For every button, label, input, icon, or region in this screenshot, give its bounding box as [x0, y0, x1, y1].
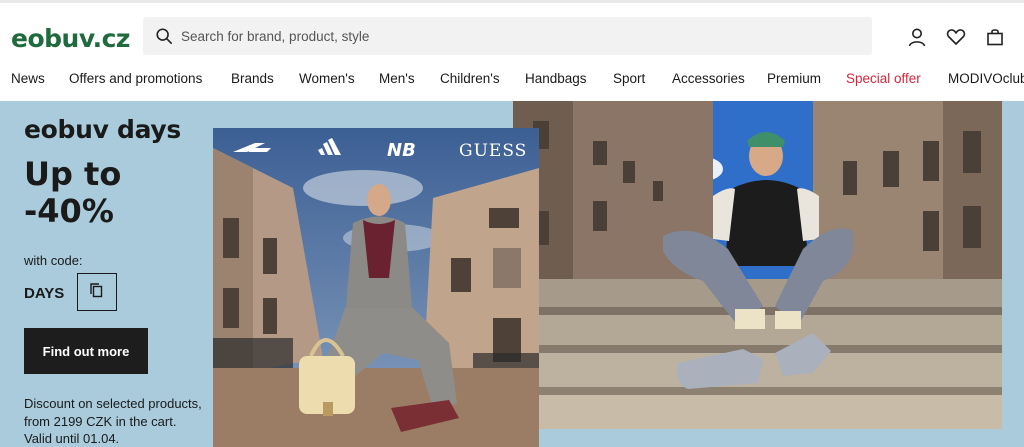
logo-tld: .cz	[92, 24, 131, 53]
svg-text:NB: NB	[387, 140, 416, 161]
copy-code-button[interactable]	[77, 273, 117, 311]
brand-logos: NB GUESS	[233, 138, 527, 161]
nav-item-accessories[interactable]: Accessories	[672, 71, 745, 86]
search-input[interactable]	[181, 17, 851, 55]
heart-icon[interactable]	[946, 27, 966, 47]
nav-item-special-offer[interactable]: Special offer	[846, 71, 921, 86]
find-out-more-button[interactable]: Find out more	[24, 328, 148, 374]
promo-discount: Up to -40%	[24, 155, 122, 230]
nav-item-brands[interactable]: Brands	[231, 71, 274, 86]
nav-item-modivoclub[interactable]: MODIVOclub	[948, 71, 1024, 86]
nav-item-sport[interactable]: Sport	[613, 71, 645, 86]
user-icon[interactable]	[907, 27, 927, 47]
promo-title: eobuv days	[24, 115, 181, 144]
adidas-logo	[318, 138, 341, 155]
nav-item-childrens[interactable]: Children's	[440, 71, 500, 86]
copy-icon	[90, 283, 103, 298]
new-balance-logo: NB	[387, 140, 416, 161]
code-label: with code:	[24, 253, 83, 268]
nav-item-premium[interactable]: Premium	[767, 71, 821, 86]
nav-item-womens[interactable]: Women's	[299, 71, 355, 86]
guess-logo: GUESS	[459, 141, 527, 161]
svg-text:GUESS: GUESS	[459, 141, 527, 161]
logo-main: eobuv	[11, 24, 93, 53]
site-header: eobuv.cz	[0, 3, 1024, 65]
search-bar[interactable]	[143, 17, 872, 55]
woman-on-steps-photo[interactable]: NB GUESS	[213, 128, 539, 447]
search-icon[interactable]	[155, 27, 173, 45]
main-navigation: News Offers and promotions Brands Women'…	[0, 65, 1024, 101]
site-logo[interactable]: eobuv.cz	[11, 24, 130, 53]
nav-item-mens[interactable]: Men's	[379, 71, 415, 86]
nav-item-news[interactable]: News	[11, 71, 45, 86]
promo-terms: Discount on selected products, from 2199…	[24, 396, 202, 446]
hero-banner[interactable]: eobuv days Up to -40% with code: DAYS Fi…	[0, 101, 1024, 447]
promo-code: DAYS	[24, 285, 65, 302]
reebok-logo	[233, 143, 271, 152]
nav-item-handbags[interactable]: Handbags	[525, 71, 587, 86]
nav-item-offers[interactable]: Offers and promotions	[69, 71, 202, 86]
bag-icon[interactable]	[985, 27, 1005, 47]
man-on-steps-photo[interactable]	[513, 101, 1002, 429]
